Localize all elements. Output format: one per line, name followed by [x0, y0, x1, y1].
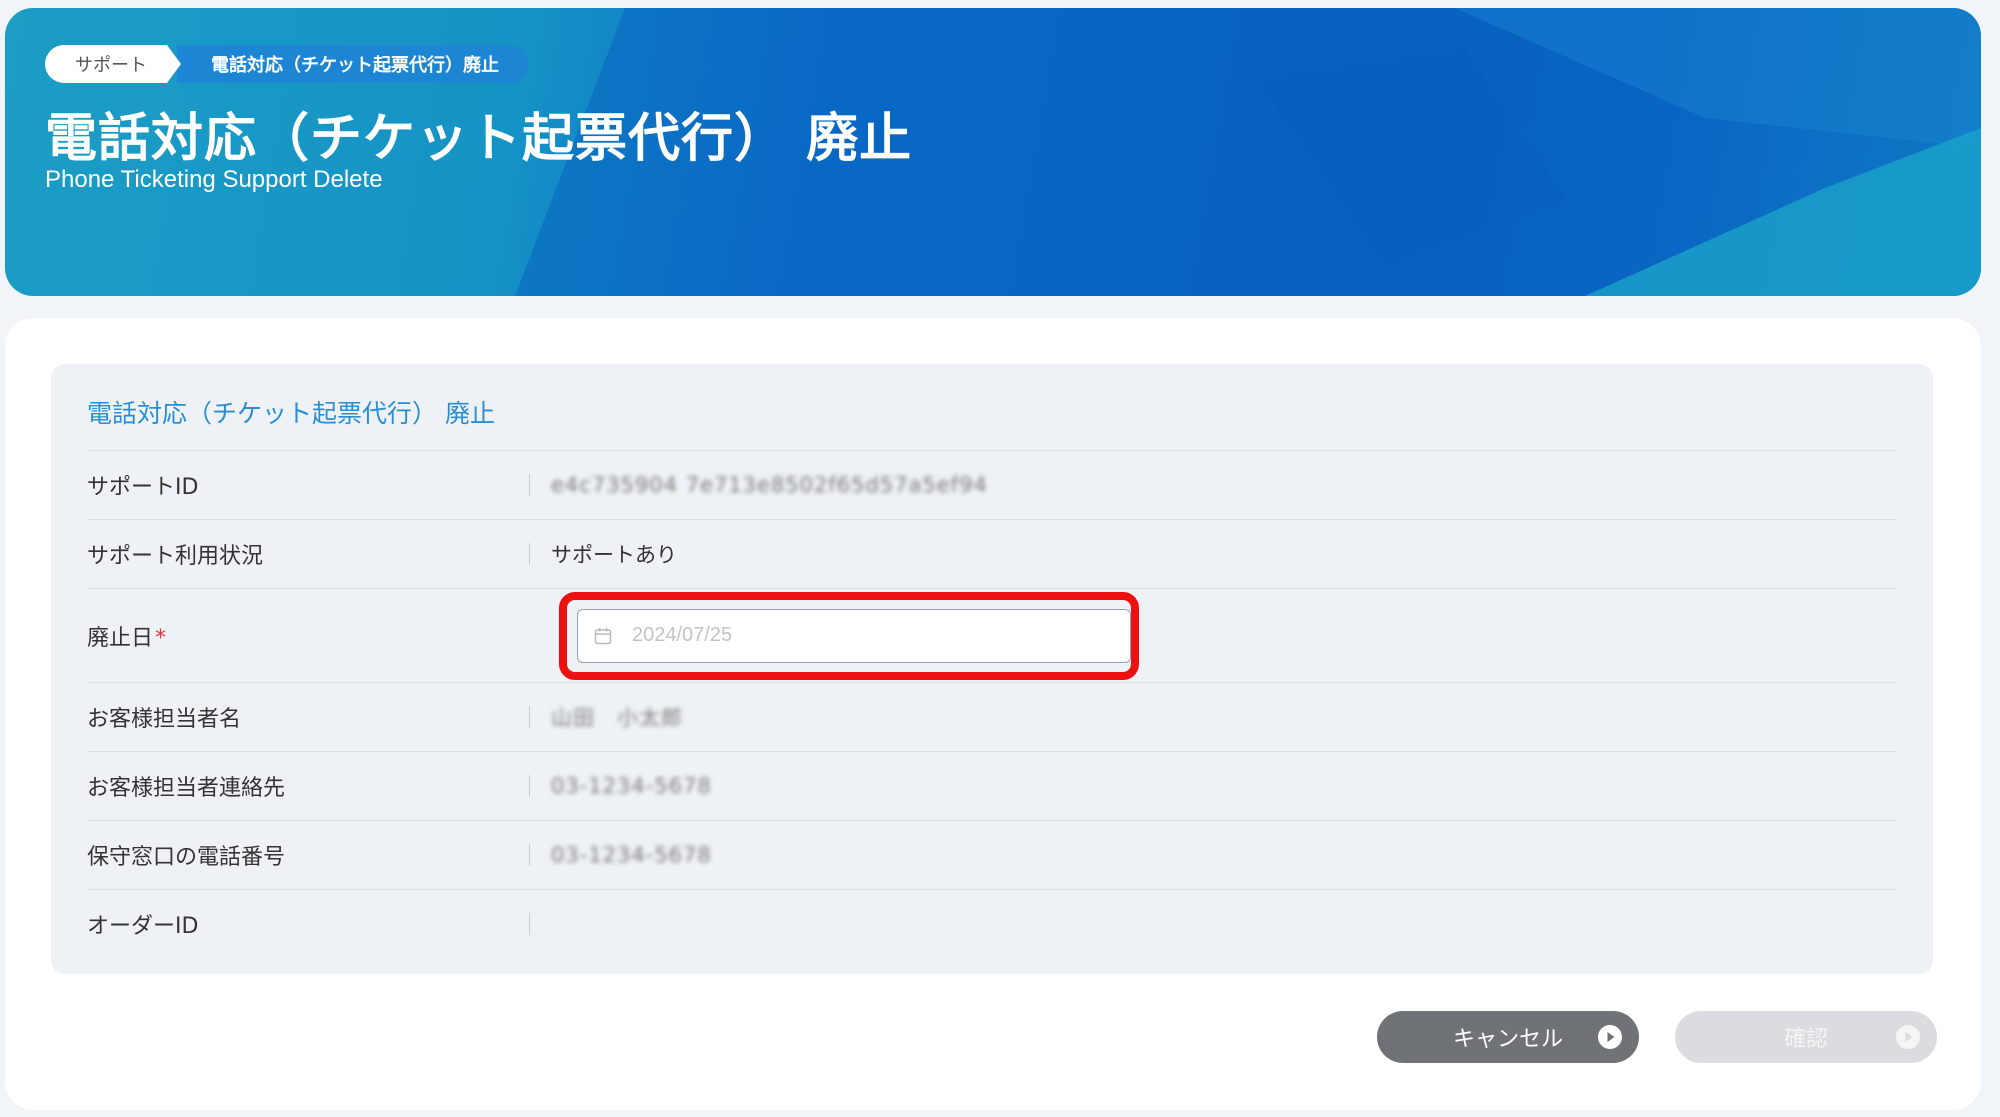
- row-maintenance-phone: 保守窓口の電話番号 03-1234-5678: [87, 821, 1897, 890]
- field-label: サポートID: [87, 475, 199, 500]
- field-label: お客様担当者名: [87, 707, 242, 732]
- arrow-right-circle-icon: [1895, 1024, 1921, 1056]
- divider: [529, 543, 530, 565]
- field-label: 廃止日*: [87, 620, 527, 652]
- maintenance-phone-value: 03-1234-5678: [551, 843, 712, 867]
- page-header-banner: サポート 電話対応（チケット起票代行）廃止 電話対応（チケット起票代行） 廃止 …: [5, 8, 1981, 296]
- field-label: お客様担当者連絡先: [87, 776, 286, 801]
- form-panel: 電話対応（チケット起票代行） 廃止 サポートID e4c735904 7e713…: [51, 364, 1933, 974]
- row-support-id: サポートID e4c735904 7e713e8502f65d57a5ef94: [87, 451, 1897, 520]
- breadcrumb-item-support[interactable]: サポート: [45, 45, 181, 83]
- main-card: 電話対応（チケット起票代行） 廃止 サポートID e4c735904 7e713…: [5, 318, 1981, 1110]
- divider: [529, 706, 530, 728]
- customer-contact-info-value: 03-1234-5678: [551, 774, 712, 798]
- row-support-status: サポート利用状況 サポートあり: [87, 520, 1897, 589]
- row-customer-contact-info: お客様担当者連絡先 03-1234-5678: [87, 752, 1897, 821]
- field-label: サポート利用状況: [87, 544, 264, 569]
- cancel-button-label: キャンセル: [1452, 1027, 1563, 1052]
- abolition-date-input[interactable]: [630, 623, 1074, 648]
- required-mark: *: [155, 625, 167, 651]
- row-abolition-date: 廃止日*: [87, 589, 1897, 683]
- row-order-id: オーダーID: [87, 890, 1897, 958]
- cancel-button[interactable]: キャンセル: [1377, 1011, 1639, 1063]
- form-rows: サポートID e4c735904 7e713e8502f65d57a5ef94 …: [87, 450, 1897, 958]
- calendar-icon: [594, 627, 612, 645]
- breadcrumb: サポート 電話対応（チケット起票代行）廃止: [45, 45, 529, 83]
- divider: [529, 844, 530, 866]
- field-label-text: 廃止日: [87, 625, 154, 651]
- field-label: 保守窓口の電話番号: [87, 845, 286, 870]
- abolition-date-field[interactable]: [577, 608, 1131, 663]
- field-label: オーダーID: [87, 914, 199, 939]
- support-id-value: e4c735904 7e713e8502f65d57a5ef94: [551, 473, 988, 497]
- customer-contact-name-value: 山田 小太郎: [551, 706, 683, 730]
- divider: [529, 913, 530, 935]
- support-status-value: サポートあり: [551, 543, 677, 567]
- row-customer-contact-name: お客様担当者名 山田 小太郎: [87, 683, 1897, 752]
- divider: [529, 775, 530, 797]
- breadcrumb-item-current: 電話対応（チケット起票代行）廃止: [177, 45, 529, 83]
- confirm-button[interactable]: 確認: [1675, 1011, 1937, 1063]
- arrow-right-circle-icon: [1597, 1024, 1623, 1056]
- section-title: 電話対応（チケット起票代行） 廃止: [87, 399, 495, 428]
- confirm-button-label: 確認: [1783, 1027, 1828, 1052]
- divider: [529, 474, 530, 496]
- page-subtitle: Phone Ticketing Support Delete: [45, 166, 383, 193]
- page-title: 電話対応（チケット起票代行） 廃止: [45, 109, 913, 169]
